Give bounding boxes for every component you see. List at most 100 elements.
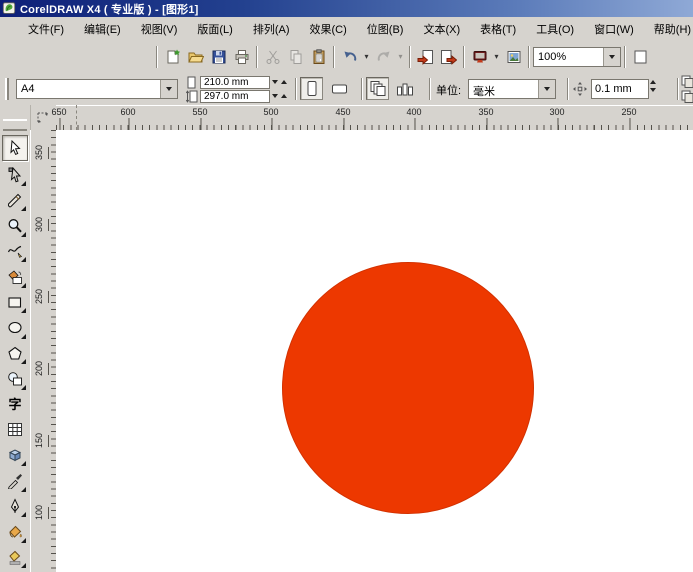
units-combo[interactable]: 毫米 xyxy=(468,79,556,99)
import-button[interactable] xyxy=(414,45,437,68)
zoom-tool[interactable] xyxy=(3,214,27,238)
outline-pen-tool[interactable] xyxy=(3,494,27,518)
crop-tool[interactable] xyxy=(3,188,27,212)
printer-icon xyxy=(235,49,248,64)
menu-help[interactable]: 帮助(H) xyxy=(647,18,693,40)
clipped-toolbar-button[interactable] xyxy=(629,45,652,68)
drawn-circle[interactable] xyxy=(282,262,534,514)
open-folder-icon xyxy=(187,52,204,62)
flyout-indicator xyxy=(21,461,26,466)
window-title: CorelDRAW X4 ( 专业版 ) - [图形1] xyxy=(20,3,199,16)
menu-file[interactable]: 文件(F) xyxy=(21,18,71,40)
all-pages-button[interactable] xyxy=(366,77,389,100)
paper-width-spinner[interactable] xyxy=(272,80,287,84)
flyout-indicator xyxy=(21,308,26,313)
portrait-button[interactable] xyxy=(300,77,323,100)
undo-button[interactable] xyxy=(338,45,361,68)
polygon-tool[interactable] xyxy=(3,341,27,365)
basic-shapes-tool[interactable] xyxy=(3,367,27,391)
toolbar-separator xyxy=(333,45,335,68)
save-button[interactable] xyxy=(207,45,230,68)
text-tool-glyph: 字 xyxy=(8,396,22,412)
text-tool[interactable]: 字 xyxy=(3,392,27,416)
menu-tools[interactable]: 工具(O) xyxy=(529,18,581,40)
menu-text[interactable]: 文本(X) xyxy=(416,18,467,40)
clipped-snap-icon-2[interactable] xyxy=(681,90,693,103)
freehand-tool[interactable] xyxy=(3,239,27,263)
current-page-icon xyxy=(396,83,413,95)
flyout-indicator xyxy=(21,206,26,211)
horizontal-ruler[interactable]: 650 600 550 500 450 400 350 300 250 xyxy=(51,105,693,131)
nudge-offset-field[interactable]: 0.1 mm xyxy=(591,79,649,99)
interactive-blend-tool[interactable] xyxy=(3,443,27,467)
ellipse-tool[interactable] xyxy=(3,316,27,340)
shape-tool[interactable] xyxy=(3,163,27,187)
spinner-down-icon xyxy=(272,94,278,98)
all-pages-icon xyxy=(370,81,385,96)
menu-bitmaps[interactable]: 位图(B) xyxy=(360,18,411,40)
current-page-button[interactable] xyxy=(393,77,416,100)
chevron-down-icon: ▾ xyxy=(398,51,403,61)
vertical-ruler[interactable]: 350 300 250 200 150 100 xyxy=(30,130,56,572)
welcome-screen-button[interactable] xyxy=(502,45,525,68)
application-launcher-button[interactable] xyxy=(468,45,491,68)
propbar-grip[interactable] xyxy=(5,78,9,100)
redo-button[interactable] xyxy=(372,45,395,68)
application-launcher-icon xyxy=(473,50,486,62)
menu-arrange[interactable]: 排列(A) xyxy=(246,18,297,40)
eyedropper-tool[interactable] xyxy=(3,469,27,493)
standard-toolbar: ▾ ▾ ▾ 100% xyxy=(0,40,693,74)
undo-dropdown-button[interactable]: ▾ xyxy=(361,45,372,68)
nudge-spinner[interactable] xyxy=(650,80,656,92)
paste-button[interactable] xyxy=(307,45,330,68)
zoom-level-value: 100% xyxy=(534,47,603,66)
zoom-combo-dropdown[interactable] xyxy=(603,47,620,66)
menu-layout[interactable]: 版面(L) xyxy=(190,18,239,40)
paper-type-combo[interactable]: A4 xyxy=(16,79,178,99)
toolbar-separator xyxy=(463,45,465,68)
interactive-fill-tool[interactable] xyxy=(3,545,27,569)
coreldraw-window: CorelDRAW X4 ( 专业版 ) - [图形1] 文件(F) 编辑(E)… xyxy=(0,0,693,572)
menu-window[interactable]: 窗口(W) xyxy=(587,18,641,40)
redo-dropdown-button[interactable]: ▾ xyxy=(395,45,406,68)
application-launcher-dropdown[interactable]: ▾ xyxy=(491,45,502,68)
menu-view[interactable]: 视图(V) xyxy=(134,18,185,40)
nudge-offset-value: 0.1 mm xyxy=(595,83,632,95)
hruler-origin-mark xyxy=(76,105,77,130)
zoom-level-combo[interactable]: 100% xyxy=(533,46,621,67)
menu-edit[interactable]: 编辑(E) xyxy=(77,18,128,40)
paper-height-spinner[interactable] xyxy=(272,94,287,98)
chevron-down-icon xyxy=(609,54,615,59)
toolbar-separator xyxy=(624,45,626,68)
open-button[interactable] xyxy=(184,45,207,68)
paper-width-field[interactable]: 210.0 mm xyxy=(200,76,270,89)
rectangle-tool[interactable] xyxy=(3,290,27,314)
pick-tool[interactable] xyxy=(2,135,28,161)
vruler-label: 200 xyxy=(34,361,49,376)
new-button[interactable] xyxy=(161,45,184,68)
toolbox-grip[interactable] xyxy=(3,119,27,131)
vruler-label: 100 xyxy=(34,505,49,520)
smart-fill-tool[interactable] xyxy=(3,265,27,289)
paper-height-field[interactable]: 297.0 mm xyxy=(200,90,270,103)
ruler-origin-icon xyxy=(37,112,48,123)
menu-table[interactable]: 表格(T) xyxy=(473,18,523,40)
paper-height-value: 297.0 mm xyxy=(204,91,249,102)
menu-effects[interactable]: 效果(C) xyxy=(303,18,354,40)
cut-scissors-icon xyxy=(266,50,279,64)
title-bar[interactable]: CorelDRAW X4 ( 专业版 ) - [图形1] xyxy=(0,0,693,17)
landscape-button[interactable] xyxy=(328,77,351,100)
cut-button[interactable] xyxy=(261,45,284,68)
menu-bar: 文件(F) 编辑(E) 视图(V) 版面(L) 排列(A) 效果(C) 位图(B… xyxy=(0,17,693,41)
table-tool[interactable] xyxy=(3,418,27,442)
copy-button[interactable] xyxy=(284,45,307,68)
paper-type-dropdown[interactable] xyxy=(160,80,177,98)
flyout-indicator xyxy=(21,257,26,262)
toolbox: 字 xyxy=(0,105,31,572)
units-dropdown[interactable] xyxy=(538,80,555,98)
clipped-snap-icon[interactable] xyxy=(681,75,693,88)
drawing-page[interactable] xyxy=(56,130,693,572)
print-button[interactable] xyxy=(230,45,253,68)
export-button[interactable] xyxy=(437,45,460,68)
fill-tool[interactable] xyxy=(3,520,27,544)
